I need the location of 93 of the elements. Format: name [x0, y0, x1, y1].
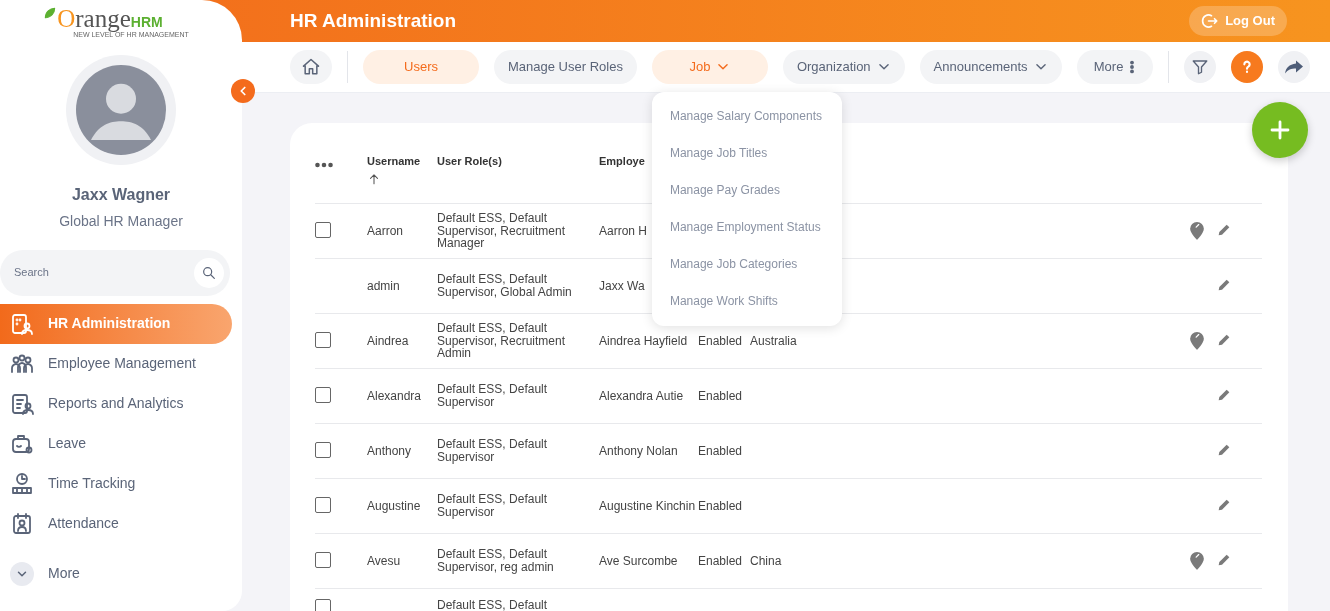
dropdown-item[interactable]: Manage Salary Components — [651, 98, 842, 135]
column-header[interactable]: User Role(s) — [437, 155, 502, 167]
help-button[interactable] — [1230, 51, 1263, 83]
document-person-icon — [10, 311, 34, 336]
user-role: Global HR Manager — [59, 211, 183, 231]
dropdown-item[interactable]: Manage Job Titles — [651, 135, 842, 172]
clock-icon — [10, 471, 34, 496]
username-cell: Anthony — [367, 444, 412, 458]
employee-name-cell: Aarron H — [599, 223, 648, 238]
sidebar-more-link[interactable]: More — [0, 561, 80, 586]
employee-name-cell: Anthony Nolan — [599, 443, 678, 458]
map-pin-icon[interactable] — [1190, 332, 1204, 350]
status-cell: Enabled — [698, 334, 743, 348]
username-cell: Alexandra — [367, 389, 422, 403]
pencil-icon[interactable] — [1216, 387, 1232, 403]
row-checkbox[interactable] — [315, 332, 331, 348]
pencil-icon[interactable] — [1216, 497, 1232, 513]
row-checkbox[interactable] — [315, 222, 331, 238]
nav-tab[interactable]: Manage User Roles — [494, 50, 637, 84]
vertical-dots-icon — [1129, 60, 1136, 74]
nav-tab[interactable]: More — [1076, 50, 1153, 84]
username-cell: Aarron — [367, 224, 404, 238]
username-cell: Avesu — [367, 554, 401, 568]
pencil-icon[interactable] — [1216, 332, 1232, 348]
status-cell: Enabled — [698, 389, 743, 403]
dropdown-item[interactable]: Manage Job Categories — [651, 246, 842, 283]
employee-name-cell: Aindrea Hayfield — [599, 333, 688, 348]
leaf-icon — [43, 6, 58, 20]
nav-tab[interactable]: Announcements — [919, 50, 1062, 84]
map-pin-icon[interactable] — [1190, 222, 1204, 240]
logout-icon — [1201, 12, 1220, 30]
employee-name-cell: Alexandra Autie — [599, 388, 684, 403]
row-checkbox[interactable] — [315, 387, 331, 403]
dropdown-item[interactable]: Manage Employment Status — [651, 209, 842, 246]
sort-up-arrow-icon[interactable] — [367, 171, 381, 186]
more-dots-icon[interactable] — [315, 161, 333, 168]
sidebar-item[interactable]: Attendance — [0, 503, 232, 544]
home-button[interactable] — [290, 50, 332, 84]
filter-icon — [1190, 58, 1209, 76]
user-roles-cell: Default ESS, Default Supervisor — [437, 382, 548, 409]
report-person-icon — [10, 391, 34, 416]
search-input[interactable]: Search — [12, 263, 162, 282]
column-header[interactable]: Username — [367, 155, 421, 167]
user-roles-cell: Default ESS, Default Supervisor — [437, 492, 548, 519]
logo-text: Orange — [57, 6, 131, 31]
location-cell: China — [750, 554, 782, 568]
employee-name-cell: Jaxx Wa — [599, 278, 645, 293]
user-roles-cell: Default ESS, Default Supervisor, Recruitment Admin — [437, 321, 566, 361]
user-name: Jaxx Wagner — [71, 184, 171, 205]
sidebar-item[interactable]: Reports and Analytics — [0, 383, 232, 424]
pencil-icon[interactable] — [1216, 442, 1232, 458]
search-field[interactable]: Search — [0, 249, 230, 296]
employee-name-cell: Augustine Kinchin — [599, 498, 696, 513]
person-silhouette-icon — [76, 64, 166, 155]
page-title: HR Administration — [290, 8, 457, 33]
sidebar-item[interactable]: Leave — [0, 423, 232, 464]
logo-suffix: HRM — [130, 14, 163, 31]
search-button[interactable] — [194, 257, 224, 288]
status-cell: Enabled — [698, 554, 743, 568]
user-roles-cell: Default ESS, Default — [437, 598, 548, 611]
sidebar-item[interactable]: Employee Management — [0, 343, 232, 384]
plus-icon — [1268, 118, 1292, 142]
status-cell: Enabled — [698, 499, 743, 513]
sidebar-item[interactable]: Time Tracking — [0, 463, 232, 504]
pencil-icon[interactable] — [1216, 222, 1232, 238]
add-button[interactable] — [1252, 102, 1308, 158]
nav-tab[interactable]: Organization — [782, 50, 905, 84]
filter-button[interactable] — [1183, 51, 1216, 83]
user-roles-cell: Default ESS, Default Supervisor — [437, 437, 548, 464]
row-checkbox[interactable] — [315, 497, 331, 513]
home-icon — [301, 57, 321, 77]
employee-name-cell: Ave Surcombe — [599, 553, 678, 568]
user-roles-cell: Default ESS, Default Supervisor, Recruitment Manager — [437, 211, 566, 251]
column-header[interactable]: Employe — [599, 155, 645, 167]
user-roles-cell: Default ESS, Default Supervisor, Global Admin — [437, 272, 572, 299]
search-icon — [201, 264, 217, 281]
pencil-icon[interactable] — [1216, 277, 1232, 293]
row-checkbox[interactable] — [315, 599, 331, 611]
dropdown-item[interactable]: Manage Pay Grades — [651, 172, 842, 209]
pencil-icon[interactable] — [1216, 552, 1232, 568]
map-pin-icon[interactable] — [1190, 552, 1204, 570]
username-cell: admin — [367, 279, 400, 293]
dropdown-item[interactable]: Manage Work Shifts — [651, 283, 842, 320]
status-cell: Enabled — [698, 444, 743, 458]
share-button[interactable] — [1277, 51, 1310, 83]
share-arrow-icon — [1284, 60, 1303, 74]
row-checkbox[interactable] — [315, 552, 331, 568]
calendar-person-icon — [10, 511, 34, 536]
username-cell: Augustine — [367, 499, 421, 513]
row-checkbox[interactable] — [315, 442, 331, 458]
username-cell: Aindrea — [367, 334, 409, 348]
user-roles-cell: Default ESS, Default Supervisor, reg admin — [437, 547, 554, 574]
location-cell: Australia — [750, 334, 797, 348]
